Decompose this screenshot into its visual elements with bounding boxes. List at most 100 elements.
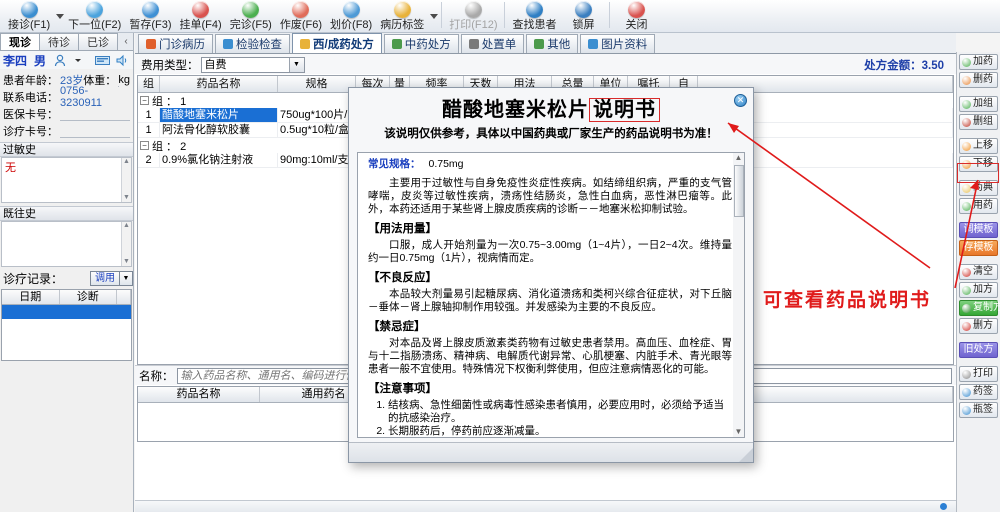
patient-fields: 患者年龄： 23岁 体重： kg 联系电话： 0756-3230911 医保卡号… xyxy=(0,69,133,139)
rail-button-clear[interactable]: 清空 xyxy=(959,264,998,280)
record-call-button[interactable]: 调用 xyxy=(90,271,120,286)
chevron-down-icon[interactable] xyxy=(56,13,65,19)
rail-button-printer[interactable]: 打印 xyxy=(959,366,998,382)
chevron-down-icon[interactable] xyxy=(430,13,439,19)
rail-button-copy-rx[interactable]: 复制方 xyxy=(959,300,1000,316)
tab-image[interactable]: 图片资料 xyxy=(580,34,656,53)
scroll-up-icon[interactable]: ▲ xyxy=(735,153,743,163)
toolbar-button-pricing[interactable]: 划价(F8) xyxy=(326,0,376,32)
table-cell[interactable]: 90mg:10ml/支 xyxy=(278,153,356,167)
toolbar-button-receive-patient[interactable]: 接诊(F1) xyxy=(4,0,54,32)
toolbar-button-hold-order[interactable]: 挂单(F4) xyxy=(176,0,226,32)
grid-column-header[interactable]: 药品名称 xyxy=(160,76,278,92)
rail-button-arrow-up[interactable]: 上移 xyxy=(959,138,998,154)
toolbar-button-save-draft[interactable]: 暂存(F3) xyxy=(125,0,175,32)
rail-button-book[interactable]: 药典 xyxy=(959,180,998,196)
patient-sex: 男 xyxy=(34,53,47,68)
grid-column-header[interactable]: 组 xyxy=(138,76,160,92)
allergy-scrollbar[interactable]: ▲ ▼ xyxy=(121,158,131,202)
collapse-group-icon[interactable]: − xyxy=(140,96,149,105)
rail-button-load-template[interactable]: 调模板 xyxy=(959,222,998,238)
rail-button-label: 删组 xyxy=(973,116,993,127)
scroll-thumb[interactable] xyxy=(733,165,744,217)
rail-button-delete-rx[interactable]: 删方 xyxy=(959,318,998,334)
tab-treatment[interactable]: 处置单 xyxy=(460,34,525,53)
table-cell[interactable]: 750ug*100片/ xyxy=(278,108,356,122)
table-cell[interactable]: 1 xyxy=(138,108,160,122)
chevron-down-icon[interactable] xyxy=(74,54,88,67)
rail-button-label: 用药 xyxy=(973,200,993,211)
rail-button-add-group[interactable]: 加组 xyxy=(959,96,998,112)
collapse-group-icon[interactable]: − xyxy=(140,141,149,150)
rail-button-remove-group[interactable]: 删组 xyxy=(959,114,998,130)
insurance-input[interactable] xyxy=(60,107,130,121)
left-tab-done[interactable]: 已诊 xyxy=(78,33,118,50)
rail-button-arrow-down[interactable]: 下移 xyxy=(959,156,998,172)
image-icon xyxy=(588,39,599,49)
dialog-scrollbar[interactable]: ▲ ▼ xyxy=(733,152,745,438)
history-scrollbar[interactable]: ▲ ▼ xyxy=(121,222,131,266)
toolbar-button-close-app[interactable]: 关闭 xyxy=(613,0,659,32)
allergy-header: 过敏史 xyxy=(0,142,133,157)
table-cell[interactable]: 0.9%氯化钠注射液 xyxy=(160,153,278,167)
tab-pill[interactable]: 西/成药处方 xyxy=(292,33,382,53)
toolbar-button-search-patient[interactable]: 查找患者 xyxy=(508,0,560,32)
person-icon[interactable] xyxy=(53,54,67,67)
table-cell[interactable]: 1 xyxy=(138,123,160,137)
flask-icon xyxy=(223,39,233,49)
add-rx-icon xyxy=(962,285,971,295)
table-cell[interactable]: 0.5ug*10粒/盒 xyxy=(278,123,356,137)
rail-button-save-template[interactable]: 存模板 xyxy=(959,240,998,256)
table-cell[interactable]: 2 xyxy=(138,153,160,167)
card-icon[interactable] xyxy=(95,54,111,67)
close-icon[interactable]: ✕ xyxy=(734,94,747,107)
lock-screen-icon xyxy=(574,1,592,18)
rail-button-label: 下移 xyxy=(973,158,993,169)
drug-section-list: 结核病、急性细菌性或病毒性感染患者慎用，必要应用时，必须给予适当的抗感染治疗。长… xyxy=(368,399,732,437)
tab-flask[interactable]: 检验检查 xyxy=(215,34,290,53)
rail-button-plus[interactable]: 加药 xyxy=(959,54,998,70)
rail-button-refresh[interactable]: 用药 xyxy=(959,198,998,214)
speaker-icon[interactable] xyxy=(116,54,130,67)
rail-button-label: 加组 xyxy=(973,98,993,109)
dialog-content-body[interactable]: 常见规格： 0.75mg 主要用于过敏性与自身免疫性炎症性疾病。如结缔组织病，严重的… xyxy=(357,152,745,438)
toolbar-button-void[interactable]: 作废(F6) xyxy=(276,0,326,32)
tab-other[interactable]: 其他 xyxy=(526,34,579,53)
history-body[interactable]: ▲ ▼ xyxy=(1,221,132,267)
record-col-diagnosis: 诊断 xyxy=(60,290,117,304)
rail-button-bottle-label[interactable]: 瓶签 xyxy=(959,402,998,418)
chevron-down-icon[interactable]: ▼ xyxy=(288,58,304,72)
tab-clipboard[interactable]: 门诊病历 xyxy=(138,34,213,53)
record-call-dropdown-icon[interactable]: ▼ xyxy=(120,271,133,286)
drug-section-heading: 【注意事项】 xyxy=(368,383,437,395)
medcard-input[interactable] xyxy=(60,124,130,138)
toolbar-button-lock-screen[interactable]: 锁屏 xyxy=(560,0,606,32)
left-tab-current[interactable]: 现诊 xyxy=(0,33,40,50)
rail-button-drug-label[interactable]: 药签 xyxy=(959,384,998,400)
list-item: 结核病、急性细菌性或病毒性感染患者慎用，必要应用时，必须给予适当的抗感染治疗。 xyxy=(388,399,732,425)
table-cell[interactable]: 阿法骨化醇软胶囊 xyxy=(160,123,278,137)
left-tab-waiting[interactable]: 待诊 xyxy=(39,33,79,50)
tab-label: 西/成药处方 xyxy=(313,38,374,51)
bottle-label-icon xyxy=(962,405,971,415)
grid-column-header[interactable]: 规格 xyxy=(278,76,356,92)
table-cell[interactable]: 醋酸地塞米松片 xyxy=(160,108,278,122)
treatment-icon xyxy=(468,39,479,49)
toolbar-button-complete-visit[interactable]: 完诊(F5) xyxy=(226,0,276,32)
toolbar-button-record-tag[interactable]: 病历标签 xyxy=(376,0,428,32)
dialog-resize-handle[interactable] xyxy=(739,448,753,462)
phone-value[interactable]: 0756-3230911 xyxy=(58,85,128,109)
rail-button-add-rx[interactable]: 加方 xyxy=(959,282,998,298)
record-grid-selected-row[interactable] xyxy=(2,305,131,319)
toolbar-button-next-patient[interactable]: 下一位(F2) xyxy=(64,0,125,32)
collapse-panel-icon[interactable]: ‹ xyxy=(119,33,133,50)
allergy-body[interactable]: 无 ▲ ▼ xyxy=(1,157,132,203)
fee-type-select[interactable]: 自费 ▼ xyxy=(200,57,305,73)
scroll-down-icon[interactable]: ▼ xyxy=(735,427,743,437)
toolbar-button-label: 划价(F8) xyxy=(330,19,373,31)
rail-button-old-rx[interactable]: 旧处方 xyxy=(959,342,998,358)
rail-button-minus[interactable]: 删药 xyxy=(959,72,998,88)
record-grid[interactable]: 日期 诊断 xyxy=(1,289,132,361)
tab-label: 处置单 xyxy=(481,39,517,51)
tab-herb[interactable]: 中药处方 xyxy=(383,34,459,53)
